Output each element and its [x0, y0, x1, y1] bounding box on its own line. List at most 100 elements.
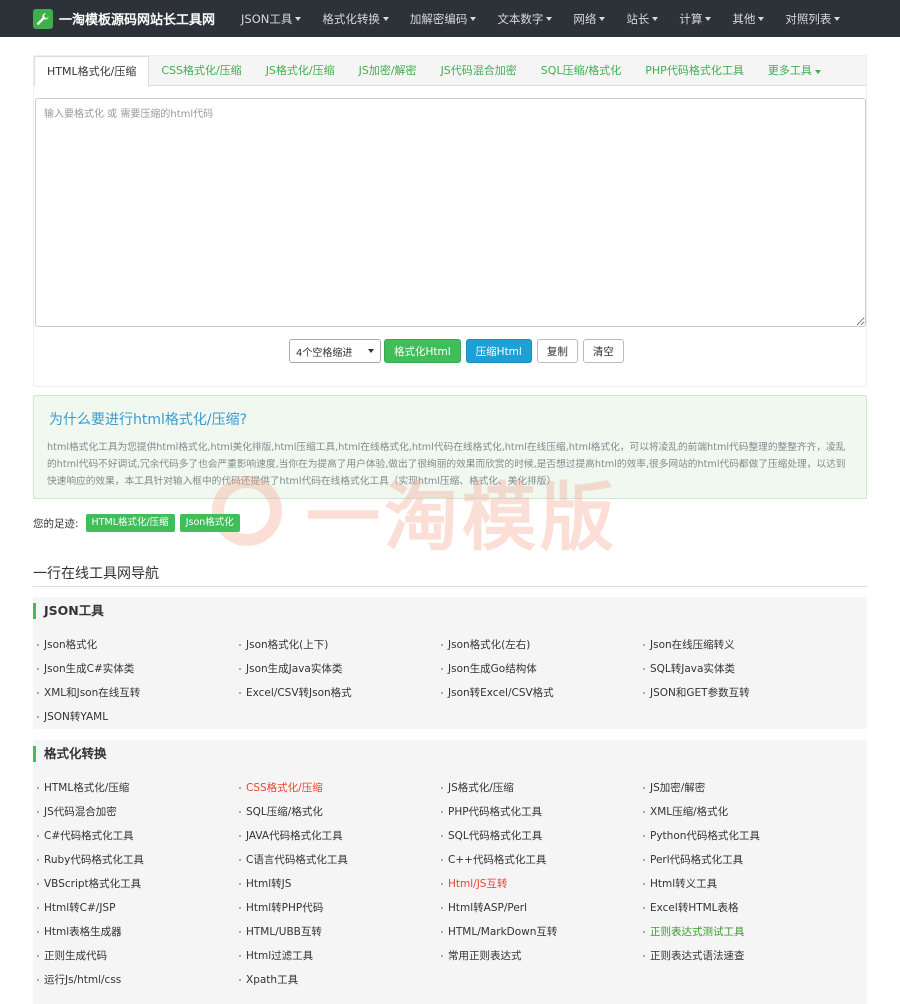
nav-heading: 一行在线工具网导航 [33, 563, 867, 587]
tool-link[interactable]: Json转Excel/CSV格式 [437, 681, 639, 705]
tool-link[interactable]: Html/JS互转 [437, 872, 639, 896]
tab-more-tools[interactable]: 更多工具 [756, 56, 833, 86]
clear-button[interactable]: 清空 [582, 339, 624, 363]
tool-link[interactable]: Json格式化(左右) [437, 633, 639, 657]
tool-link[interactable]: Json生成C#实体类 [33, 657, 235, 681]
nav-item-webmaster[interactable]: 站长 [626, 11, 659, 27]
tool-link[interactable]: Json生成Java实体类 [235, 657, 437, 681]
caret-down-icon [758, 16, 765, 21]
chevron-down-icon [368, 349, 374, 353]
tool-link[interactable]: JSON转YAML [33, 705, 235, 729]
tool-link[interactable]: JS加密/解密 [639, 776, 867, 800]
tool-tabs: HTML格式化/压缩 CSS格式化/压缩 JS格式化/压缩 JS加密/解密 JS… [34, 56, 866, 87]
info-title: 为什么要进行html格式化/压缩? [49, 412, 248, 428]
tool-link[interactable]: Html转PHP代码 [235, 896, 437, 920]
caret-down-icon [382, 16, 389, 21]
tool-link[interactable]: Html转ASP/Perl [437, 896, 639, 920]
indent-select[interactable]: 4个空格缩进 [289, 339, 381, 363]
tool-link[interactable]: Json格式化 [33, 633, 235, 657]
tool-link[interactable]: XML和Json在线互转 [33, 681, 235, 705]
tool-panel: HTML格式化/压缩 CSS格式化/压缩 JS格式化/压缩 JS加密/解密 JS… [33, 55, 867, 387]
tab-js-encrypt[interactable]: JS加密/解密 [347, 56, 429, 86]
tool-link[interactable]: 常用正则表达式 [437, 944, 639, 968]
nav-item-encrypt[interactable]: 加解密编码 [410, 11, 477, 27]
tool-link[interactable]: HTML/MarkDown互转 [437, 920, 639, 944]
tool-link[interactable]: Excel转HTML表格 [639, 896, 867, 920]
tab-js-format[interactable]: JS格式化/压缩 [254, 56, 347, 86]
caret-down-icon [599, 16, 606, 21]
wrench-icon [33, 8, 53, 29]
caret-down-icon [652, 16, 659, 21]
tool-link[interactable]: 正则表达式语法速查 [639, 944, 867, 968]
tool-link[interactable]: VBScript格式化工具 [33, 872, 235, 896]
tab-css-format[interactable]: CSS格式化/压缩 [149, 56, 253, 86]
section-format-convert: 格式化转换 HTML格式化/压缩 CSS格式化/压缩 JS格式化/压缩 JS加密/解… [33, 740, 867, 1004]
footprint-tag[interactable]: Json格式化 [179, 514, 240, 532]
tool-link[interactable]: Perl代码格式化工具 [639, 848, 867, 872]
nav-item-text[interactable]: 文本数字 [497, 11, 553, 27]
tool-link[interactable]: Html转C#/JSP [33, 896, 235, 920]
nav-item-json[interactable]: JSON工具 [241, 11, 302, 27]
tool-link[interactable]: Json生成Go结构体 [437, 657, 639, 681]
nav-item-label: JSON工具 [241, 11, 293, 26]
tool-link[interactable]: Ruby代码格式化工具 [33, 848, 235, 872]
tool-link[interactable]: SQL压缩/格式化 [235, 800, 437, 824]
tool-link[interactable]: Json格式化(上下) [235, 633, 437, 657]
html-code-input[interactable] [35, 98, 866, 327]
tool-link[interactable]: SQL转Java实体类 [639, 657, 867, 681]
copy-button[interactable]: 复制 [536, 339, 578, 363]
tool-link[interactable]: Html转JS [235, 872, 437, 896]
section-json-tools: JSON工具 Json格式化 Json格式化(上下) Json格式化(左右) Jso… [33, 597, 867, 729]
tab-php-format[interactable]: PHP代码格式化工具 [633, 56, 756, 86]
link-grid: Json格式化 Json格式化(上下) Json格式化(左右) Json在线压缩转义… [33, 633, 867, 729]
tool-link[interactable]: JSON和GET参数互转 [639, 681, 867, 705]
tool-link[interactable]: Html过滤工具 [235, 944, 437, 968]
tool-link[interactable]: C#代码格式化工具 [33, 824, 235, 848]
tool-link[interactable]: SQL代码格式化工具 [437, 824, 639, 848]
tool-link[interactable]: C语言代码格式化工具 [235, 848, 437, 872]
nav-item-calc[interactable]: 计算 [679, 11, 712, 27]
tool-link[interactable]: 运行Js/html/css [33, 968, 235, 992]
tab-html-format[interactable]: HTML格式化/压缩 [34, 56, 150, 87]
footprint: 您的足迹: HTML格式化/压缩 Json格式化 [33, 514, 245, 532]
tool-link[interactable]: Excel/CSV转Json格式 [235, 681, 437, 705]
tab-sql-format[interactable]: SQL压缩/格式化 [529, 56, 633, 86]
tool-link[interactable]: Html转义工具 [639, 872, 867, 896]
tool-link[interactable]: Html表格生成器 [33, 920, 235, 944]
tool-link[interactable]: JS格式化/压缩 [437, 776, 639, 800]
nav-item-format[interactable]: 格式化转换 [322, 11, 389, 27]
nav-item-label: 加解密编码 [409, 11, 468, 26]
tool-link[interactable]: HTML/UBB互转 [235, 920, 437, 944]
tool-link[interactable]: Xpath工具 [235, 968, 437, 992]
nav-item-other[interactable]: 其他 [732, 11, 765, 27]
tool-link[interactable]: HTML格式化/压缩 [33, 776, 235, 800]
nav-item-network[interactable]: 网络 [573, 11, 606, 27]
nav-item-label: 网络 [573, 11, 597, 26]
format-html-button[interactable]: 格式化Html [384, 339, 461, 363]
tool-link[interactable]: CSS格式化/压缩 [235, 776, 437, 800]
tool-link[interactable]: JAVA代码格式化工具 [235, 824, 437, 848]
compress-html-button[interactable]: 压缩Html [465, 339, 532, 363]
tool-link[interactable]: Json在线压缩转义 [639, 633, 867, 657]
top-navbar: 一淘模板源码网站长工具网 JSON工具 格式化转换 加解密编码 文本数字 网络 … [0, 0, 900, 37]
info-text: html格式化工具为您提供html格式化,html美化排版,html压缩工具,h… [47, 442, 846, 487]
footprint-tag[interactable]: HTML格式化/压缩 [85, 514, 175, 532]
tool-link[interactable]: JS代码混合加密 [33, 800, 235, 824]
caret-down-icon [470, 16, 477, 21]
nav-item-label: 格式化转换 [322, 11, 380, 26]
tool-link[interactable]: 正则生成代码 [33, 944, 235, 968]
tool-link[interactable]: PHP代码格式化工具 [437, 800, 639, 824]
caret-down-icon [814, 70, 821, 74]
info-box: 为什么要进行html格式化/压缩? html格式化工具为您提供html格式化,h… [33, 395, 867, 499]
nav-item-reference[interactable]: 对照列表 [785, 11, 841, 27]
brand[interactable]: 一淘模板源码网站长工具网 [0, 8, 237, 29]
caret-down-icon [546, 16, 553, 21]
tool-link[interactable]: C++代码格式化工具 [437, 848, 639, 872]
tool-link[interactable]: 正则表达式测试工具 [639, 920, 867, 944]
indent-select-value: 4个空格缩进 [296, 347, 353, 359]
nav-menu: JSON工具 格式化转换 加解密编码 文本数字 网络 站长 计算 其他 对照列表 [237, 11, 841, 27]
tool-link[interactable]: Python代码格式化工具 [639, 824, 867, 848]
tool-link[interactable]: XML压缩/格式化 [639, 800, 867, 824]
nav-item-label: 计算 [679, 11, 703, 26]
tab-js-obfuscate[interactable]: JS代码混合加密 [429, 56, 529, 86]
